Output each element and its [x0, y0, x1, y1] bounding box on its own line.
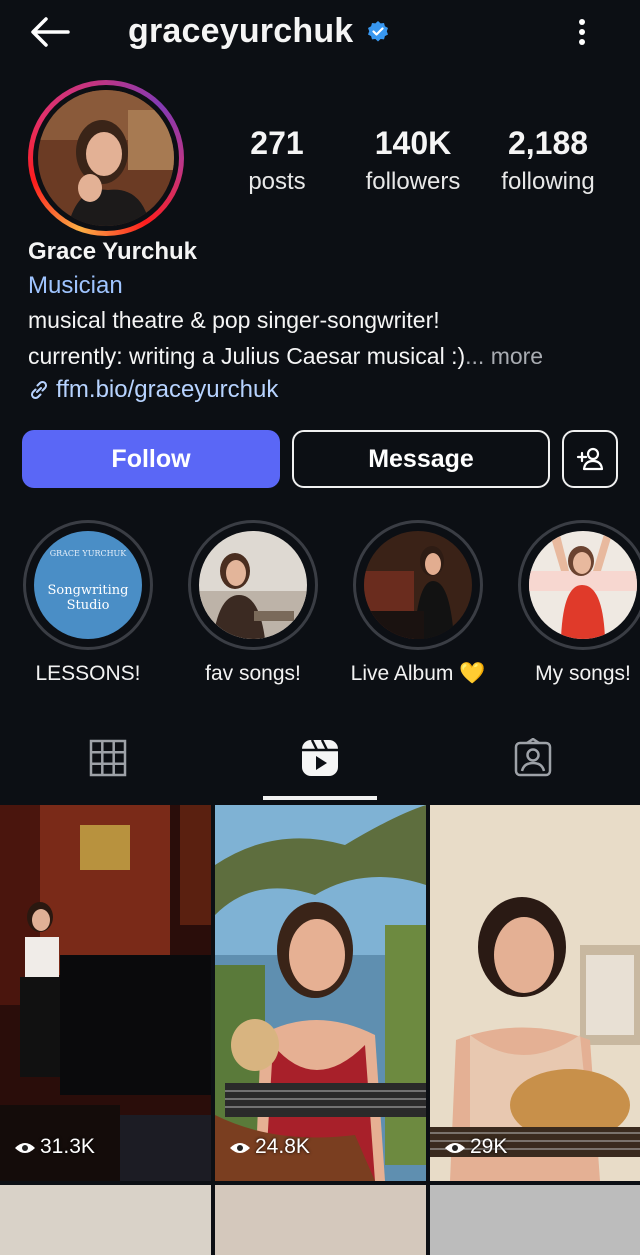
highlight-lessons[interactable]: GRACE YURCHUK Songwriting Studio LESSONS…: [20, 520, 156, 686]
back-arrow-icon[interactable]: [28, 14, 72, 50]
verified-badge-icon: [368, 21, 388, 42]
reel-view-count: 24.8K: [229, 1135, 310, 1159]
highlight-label: Live Album 💛: [350, 662, 486, 685]
reel-thumbnail[interactable]: [215, 1185, 426, 1255]
reel-views-text: 31.3K: [40, 1135, 95, 1158]
following-value: 2,188: [507, 125, 589, 161]
highlight-cover: [364, 531, 472, 639]
eye-icon: [15, 1143, 35, 1153]
bio-more-link[interactable]: ... more: [465, 343, 543, 369]
highlight-cover-sub: Songwriting Studio: [47, 583, 129, 613]
bio-link-text: ffm.bio/graceyurchuk: [56, 376, 279, 403]
highlight-label: My songs!: [535, 662, 631, 685]
highlight-live-album[interactable]: Live Album 💛: [350, 520, 486, 686]
followers-count[interactable]: 140K followers: [343, 124, 483, 202]
posts-count[interactable]: 271 posts: [207, 124, 347, 202]
active-tab-indicator: [263, 796, 377, 800]
reel-thumbnail[interactable]: 24.8K: [215, 805, 426, 1181]
highlight-label: fav songs!: [205, 662, 301, 685]
bio-text: currently: writing a Julius Caesar music…: [28, 343, 466, 369]
followers-value: 140K: [374, 125, 452, 161]
reel-views-text: 29K: [470, 1135, 508, 1158]
highlight-cover: [199, 531, 307, 639]
bio-link[interactable]: ffm.bio/graceyurchuk: [28, 376, 278, 404]
highlight-label: LESSONS!: [35, 662, 141, 685]
display-name: Grace Yurchuk: [28, 238, 197, 265]
reel-views-text: 24.8K: [255, 1135, 310, 1158]
bio-line-1: musical theatre & pop singer-songwriter!: [28, 307, 440, 333]
reel-thumbnail[interactable]: [430, 1185, 640, 1255]
add-user-icon: [576, 447, 604, 471]
profile-category: Musician: [28, 272, 123, 299]
more-options-icon[interactable]: [570, 14, 594, 50]
grid-icon[interactable]: [88, 738, 128, 778]
story-ring[interactable]: [28, 80, 184, 236]
add-user-button[interactable]: [562, 430, 618, 488]
profile-username: graceyurchuk: [128, 12, 354, 50]
bio-line-2: currently: writing a Julius Caesar music…: [28, 343, 543, 370]
link-icon: [30, 380, 48, 400]
posts-label: posts: [248, 168, 306, 195]
reel-thumbnail[interactable]: [0, 1185, 211, 1255]
posts-value: 271: [250, 125, 304, 161]
tagged-icon[interactable]: [513, 738, 553, 778]
reels-icon[interactable]: [300, 738, 340, 778]
profile-tabs: [0, 724, 640, 804]
profile-avatar[interactable]: [38, 90, 174, 226]
reel-view-count: 31.3K: [14, 1135, 95, 1159]
highlight-cover: [529, 531, 637, 639]
follow-button[interactable]: Follow: [22, 430, 280, 488]
top-bar: graceyurchuk: [0, 0, 640, 64]
eye-icon: [445, 1143, 465, 1153]
reel-thumbnail[interactable]: 29K: [430, 805, 640, 1181]
message-button[interactable]: Message: [292, 430, 550, 488]
followers-label: followers: [365, 168, 461, 195]
following-label: following: [501, 168, 595, 195]
highlight-cover-title: GRACE YURCHUK: [49, 549, 127, 558]
reel-view-count: 29K: [444, 1135, 507, 1159]
highlight-cover: GRACE YURCHUK Songwriting Studio: [34, 531, 142, 639]
reel-thumbnail[interactable]: 31.3K: [0, 805, 211, 1181]
following-count[interactable]: 2,188 following: [478, 124, 618, 202]
eye-icon: [230, 1143, 250, 1153]
highlight-fav-songs[interactable]: fav songs!: [185, 520, 321, 686]
highlight-my-songs[interactable]: My songs!: [515, 520, 640, 686]
